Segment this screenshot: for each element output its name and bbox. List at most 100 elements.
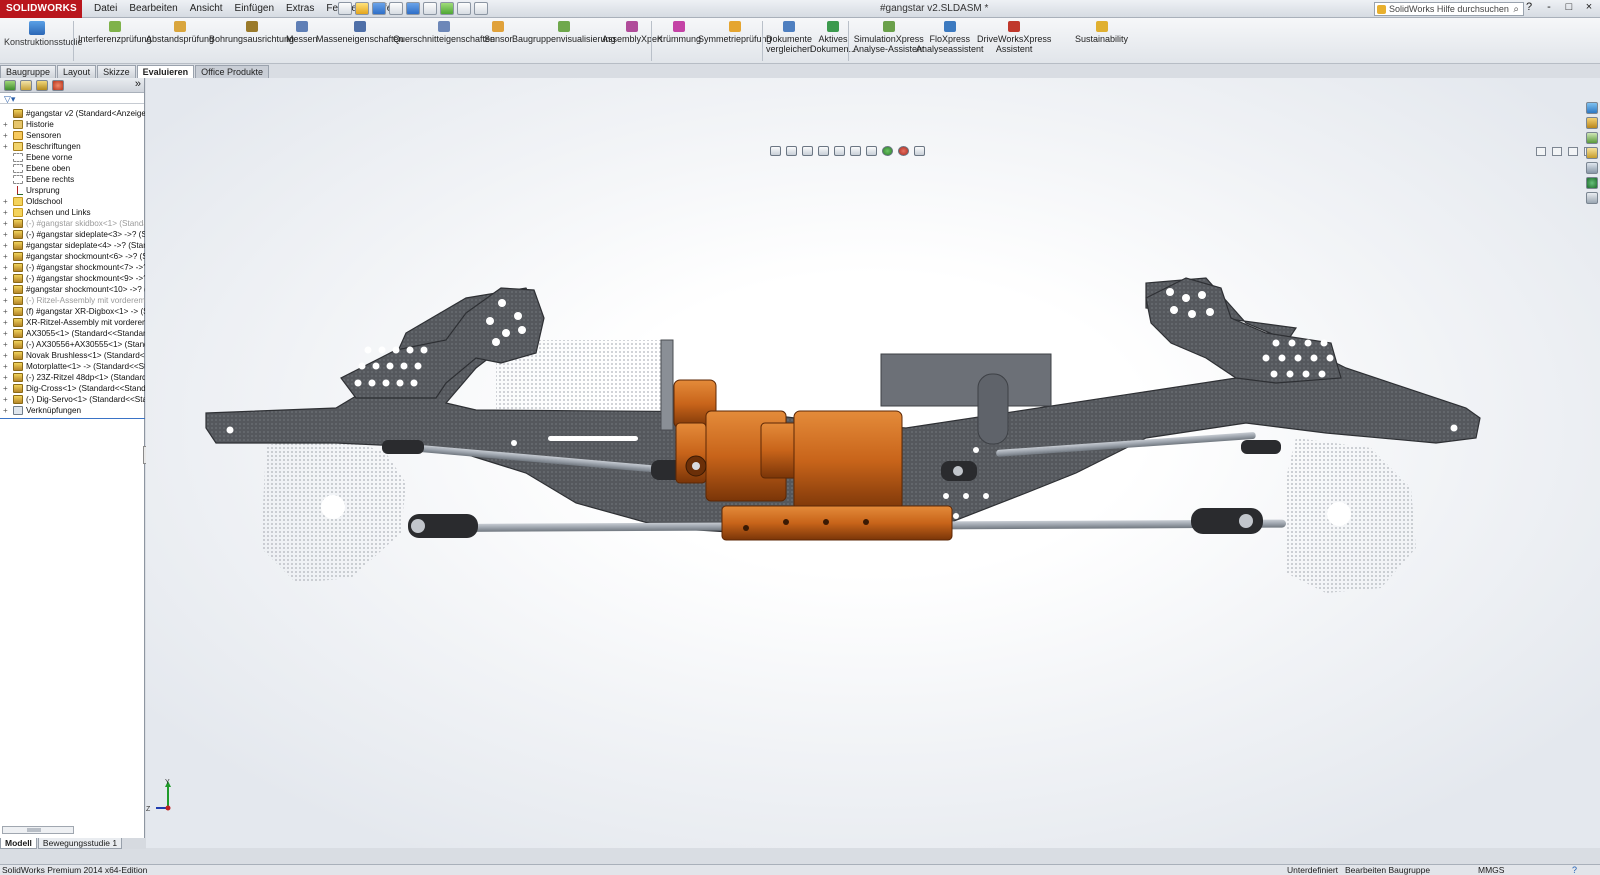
expand-icon[interactable]: + <box>3 130 8 141</box>
view-palette-icon[interactable] <box>1586 147 1598 159</box>
options-icon[interactable] <box>474 2 488 15</box>
tree-item[interactable]: + #gangstar shockmount<10> ->? (Standa <box>0 284 145 295</box>
expand-icon[interactable]: + <box>3 119 8 130</box>
command-symmetrieprüfung-button[interactable]: Symmetrieprüfung <box>698 20 772 44</box>
tree-item[interactable]: Ebene rechts <box>0 174 145 185</box>
expand-icon[interactable]: + <box>3 383 8 394</box>
expand-icon[interactable]: + <box>3 317 8 328</box>
tree-item[interactable]: + (-) 23Z-Ritzel 48dp<1> (Standard<<Sta <box>0 372 145 383</box>
command-sustainability-button[interactable]: Sustainability <box>1075 20 1128 44</box>
new-document-icon[interactable] <box>338 2 352 15</box>
rollback-bar[interactable] <box>0 418 145 419</box>
tab-office-produkte[interactable]: Office Produkte <box>195 65 269 78</box>
tree-horizontal-scrollbar[interactable] <box>2 826 74 834</box>
tab-layout[interactable]: Layout <box>57 65 97 78</box>
rebuild-traffic-light-icon[interactable] <box>440 2 454 15</box>
konstruktionsstudie-button[interactable]: Konstruktionsstudie <box>4 20 83 62</box>
file-explorer-icon[interactable] <box>1586 132 1598 144</box>
command-baugruppenvisualisierung-button[interactable]: Baugruppenvisualisierung <box>512 20 616 44</box>
expand-icon[interactable]: + <box>3 207 8 218</box>
servo-arm[interactable] <box>977 373 1009 445</box>
configuration-manager-tab-icon[interactable] <box>36 80 48 91</box>
expand-icon[interactable]: + <box>3 306 8 317</box>
tree-item[interactable]: + Beschriftungen <box>0 141 145 152</box>
help-search-input[interactable]: SolidWorks Hilfe durchsuchen ⌕ <box>1374 2 1524 16</box>
status-help-icon[interactable]: ? <box>1572 865 1577 875</box>
tree-item[interactable]: + (-) AX30556+AX30555<1> (Standard<< <box>0 339 145 350</box>
command-abstandsprüfung-button[interactable]: Abstandsprüfung <box>146 20 214 44</box>
command-assemblyxpert-button[interactable]: AssemblyXpert <box>602 20 663 44</box>
tab-bewegungsstudie[interactable]: Bewegungsstudie 1 <box>37 838 123 849</box>
filter-icon[interactable]: ▽▾ <box>4 94 15 105</box>
command-querschnitteigenschaften-button[interactable]: Querschnitteigenschaften <box>393 20 495 44</box>
expand-icon[interactable]: + <box>3 262 8 273</box>
command-krümmung-button[interactable]: Krümmung <box>657 20 701 44</box>
undo-icon[interactable] <box>406 2 420 15</box>
file-properties-icon[interactable] <box>457 2 471 15</box>
command-floxpress-button[interactable]: FloXpress Analyseassistent <box>916 20 984 54</box>
command-sensor-button[interactable]: Sensor <box>484 20 513 44</box>
tree-item[interactable]: + (-) #gangstar shockmount<7> ->? (Stan <box>0 262 145 273</box>
tab-skizze[interactable]: Skizze <box>97 65 136 78</box>
expand-icon[interactable]: + <box>3 229 8 240</box>
command-bohrungsausrichtung-button[interactable]: Bohrungsausrichtung <box>209 20 294 44</box>
tree-item[interactable]: + Verknüpfungen <box>0 405 145 416</box>
expand-icon[interactable]: + <box>3 284 8 295</box>
tree-item[interactable]: + Motorplatte<1> -> (Standard<<Standa <box>0 361 145 372</box>
tab-modell[interactable]: Modell <box>0 838 37 849</box>
select-pointer-icon[interactable] <box>423 2 437 15</box>
tree-item[interactable]: Ebene oben <box>0 163 145 174</box>
tree-item[interactable]: #gangstar v2 (Standard<Anzeigestatus-1>) <box>0 108 145 119</box>
command-driveworksxpress-button[interactable]: DriveWorksXpress Assistent <box>977 20 1051 54</box>
servo-block[interactable] <box>880 353 1052 407</box>
tree-item[interactable]: + #gangstar sideplate<4> ->? (Standard<< <box>0 240 145 251</box>
scrollbar-thumb[interactable] <box>27 828 41 832</box>
expand-icon[interactable]: + <box>3 350 8 361</box>
graphics-viewport[interactable]: Y Z <box>146 78 1600 848</box>
tree-item[interactable]: + Sensoren <box>0 130 145 141</box>
help-button[interactable]: ? <box>1522 1 1536 13</box>
tree-item[interactable]: + (-) #gangstar skidbox<1> (Standard<< <box>0 218 145 229</box>
tree-item[interactable]: + #gangstar shockmount<6> ->? (Standard <box>0 251 145 262</box>
expand-icon[interactable]: + <box>3 295 8 306</box>
tree-item[interactable]: + (-) Dig-Servo<1> (Standard<<Standard <box>0 394 145 405</box>
expand-icon[interactable]: + <box>3 251 8 262</box>
tree-item[interactable]: + Oldschool <box>0 196 145 207</box>
menu-ansicht[interactable]: Ansicht <box>184 0 229 18</box>
tree-item[interactable]: + Historie <box>0 119 145 130</box>
solidworks-logo[interactable]: SOLIDWORKS <box>0 0 82 18</box>
expand-icon[interactable]: + <box>3 218 8 229</box>
command-interferenzprüfung-button[interactable]: Interferenzprüfung <box>78 20 152 44</box>
display-manager-tab-icon[interactable] <box>52 80 64 91</box>
tree-item[interactable]: + (-) #gangstar sideplate<3> ->? (Standar… <box>0 229 145 240</box>
tab-evaluieren[interactable]: Evaluieren <box>136 65 195 78</box>
command-masseneigenschaften-button[interactable]: Masseneigenschaften <box>316 20 404 44</box>
assembly-model[interactable] <box>146 78 1600 848</box>
tree-item[interactable]: Ebene vorne <box>0 152 145 163</box>
search-icon[interactable]: ⌕ <box>1513 4 1519 16</box>
tree-item[interactable]: + (-) #gangstar shockmount<9> ->? (Stan <box>0 273 145 284</box>
command-messen-button[interactable]: Messen <box>286 20 318 44</box>
tree-filter[interactable]: ▽▾ <box>0 93 144 104</box>
menu-extras[interactable]: Extras <box>280 0 320 18</box>
feature-manager-tab-icon[interactable] <box>4 80 16 91</box>
expand-icon[interactable]: + <box>3 196 8 207</box>
tree-item[interactable]: + Novak Brushless<1> (Standard<<Stand <box>0 350 145 361</box>
expand-icon[interactable]: + <box>3 328 8 339</box>
right-shock-plate[interactable] <box>1145 277 1342 384</box>
expand-icon[interactable]: + <box>3 141 8 152</box>
menu-datei[interactable]: Datei <box>88 0 123 18</box>
tree-item[interactable]: Ursprung <box>0 185 145 196</box>
expand-icon[interactable]: + <box>3 273 8 284</box>
menu-bearbeiten[interactable]: Bearbeiten <box>123 0 183 18</box>
print-icon[interactable] <box>389 2 403 15</box>
expand-icon[interactable]: + <box>3 361 8 372</box>
minimize-button[interactable]: - <box>1542 1 1556 13</box>
expand-icon[interactable]: + <box>3 240 8 251</box>
expand-icon[interactable]: + <box>3 394 8 405</box>
tree-item[interactable]: + XR-Ritzel-Assembly mit vorderem Ge <box>0 317 145 328</box>
close-button[interactable]: × <box>1582 1 1596 13</box>
tree-item[interactable]: + (-) Ritzel-Assembly mit vorderem Ge <box>0 295 145 306</box>
expand-icon[interactable]: + <box>3 339 8 350</box>
expand-icon[interactable]: + <box>3 405 8 416</box>
